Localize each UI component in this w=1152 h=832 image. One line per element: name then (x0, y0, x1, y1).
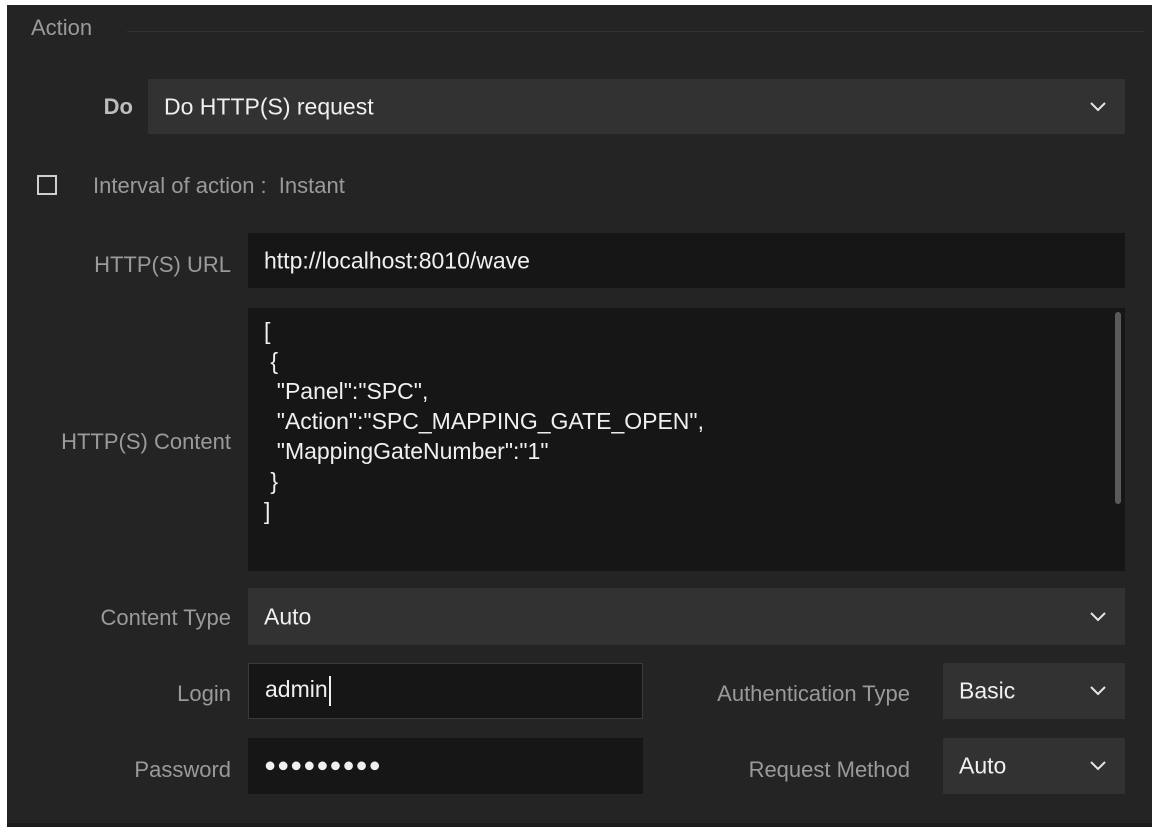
section-divider (127, 31, 1144, 32)
chevron-down-icon (1090, 611, 1106, 621)
content-label: HTTP(S) Content (61, 429, 231, 454)
interval-label-text: Interval of action : (93, 173, 267, 198)
password-input-value: ●●●●●●●●● (264, 754, 382, 777)
url-input[interactable]: http://localhost:8010/wave (248, 233, 1125, 288)
url-label: HTTP(S) URL (94, 252, 231, 277)
login-input-wrap: admin (265, 676, 331, 706)
interval-value: Instant (278, 173, 345, 198)
content-scrollbar[interactable] (1115, 312, 1121, 504)
text-cursor (328, 676, 331, 706)
do-select[interactable]: Do HTTP(S) request (148, 79, 1125, 134)
password-label: Password (134, 757, 231, 782)
auth-type-label: Authentication Type (717, 681, 910, 706)
login-label: Login (177, 681, 231, 706)
do-label: Do (103, 94, 133, 119)
auth-type-select[interactable]: Basic (943, 663, 1125, 719)
url-input-value: http://localhost:8010/wave (264, 247, 530, 273)
chevron-down-icon (1090, 686, 1106, 696)
do-select-value: Do HTTP(S) request (164, 93, 374, 119)
chevron-down-icon (1090, 101, 1106, 111)
chevron-down-icon (1090, 761, 1106, 771)
content-textarea[interactable]: [ { "Panel":"SPC", "Action":"SPC_MAPPING… (248, 308, 1125, 571)
interval-checkbox[interactable] (37, 175, 57, 195)
content-type-select[interactable]: Auto (248, 588, 1125, 645)
content-textarea-value: [ { "Panel":"SPC", "Action":"SPC_MAPPING… (264, 318, 704, 524)
auth-type-value: Basic (959, 677, 1016, 704)
panel-bottom-border (7, 823, 1152, 827)
login-input-value: admin (265, 676, 328, 703)
action-panel: Action Do Do HTTP(S) request Interval of… (7, 5, 1152, 827)
section-title: Action (31, 15, 93, 40)
request-method-select[interactable]: Auto (943, 738, 1125, 794)
request-method-label: Request Method (748, 757, 910, 782)
content-type-value: Auto (264, 603, 312, 629)
interval-label: Interval of action : Instant (93, 173, 345, 199)
content-type-label: Content Type (100, 605, 231, 630)
request-method-value: Auto (959, 752, 1007, 779)
password-input[interactable]: ●●●●●●●●● (248, 738, 643, 794)
login-input[interactable]: admin (248, 663, 643, 719)
